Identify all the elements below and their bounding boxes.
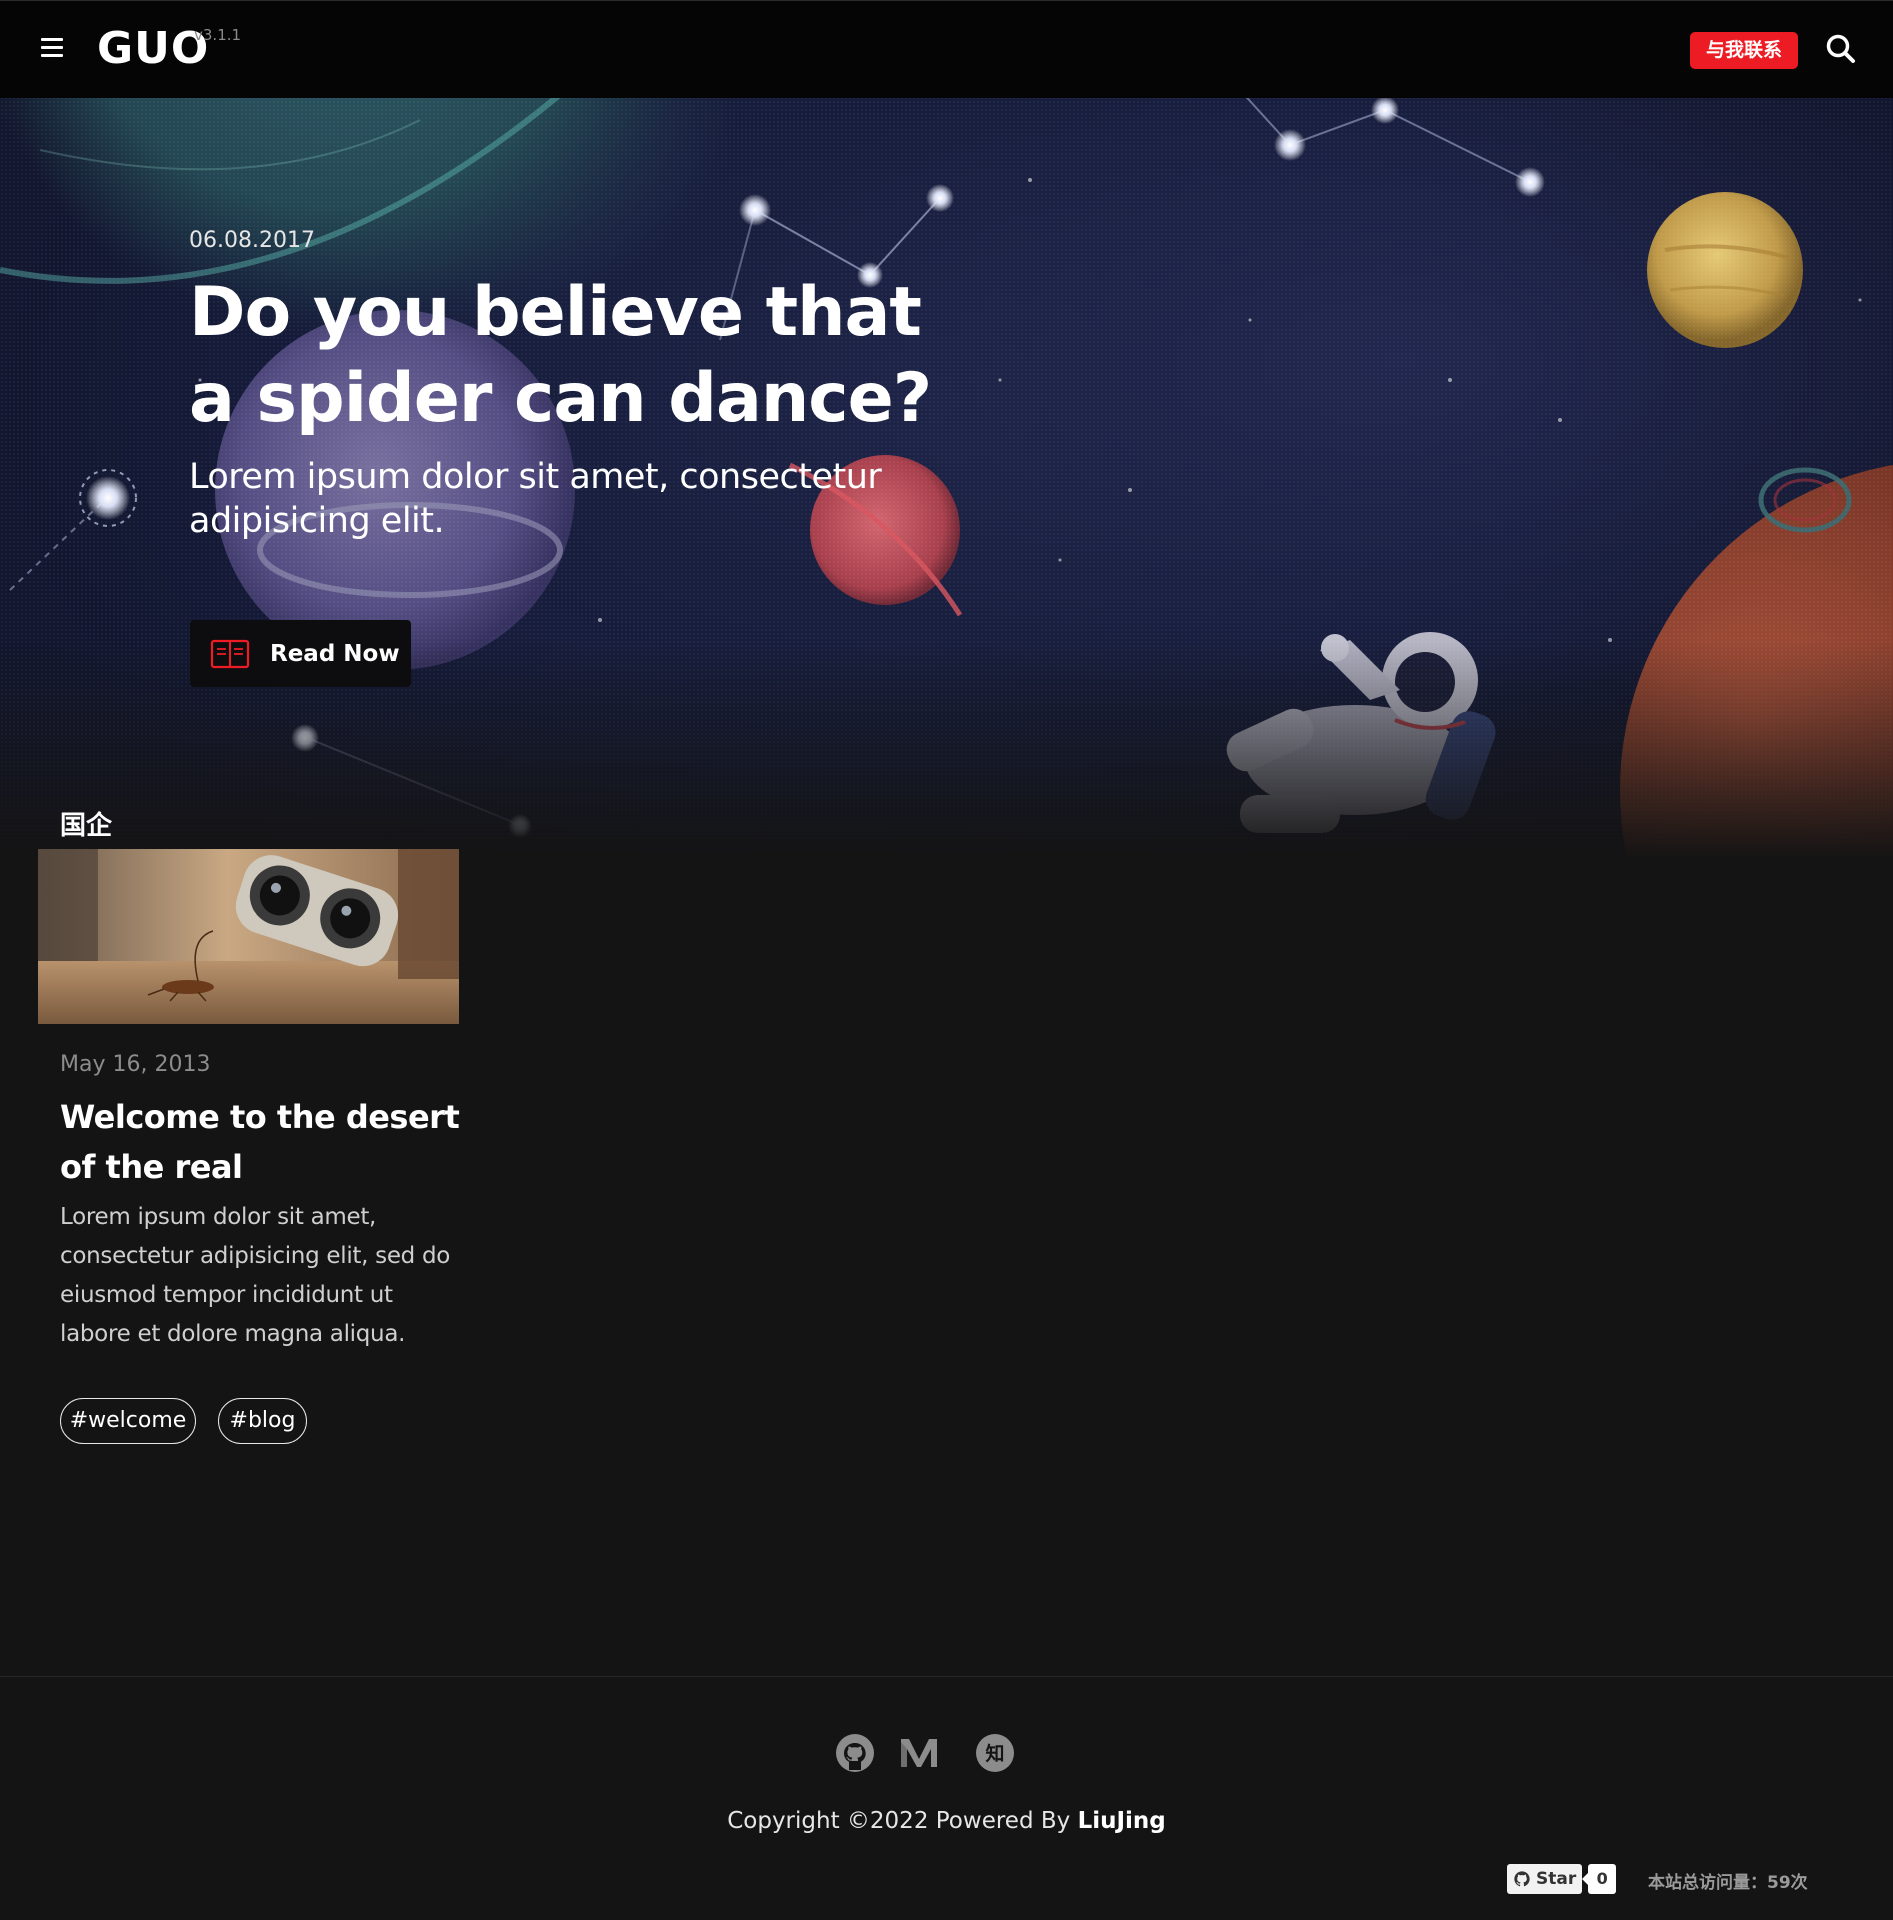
- author-link[interactable]: LiuJing: [1078, 1808, 1166, 1834]
- post-excerpt: Lorem ipsum dolor sit amet, consectetur …: [60, 1204, 451, 1347]
- post-thumbnail[interactable]: [38, 849, 459, 1024]
- book-icon: [210, 639, 250, 669]
- top-navigation: GUO v3.1.1 与我联系: [0, 0, 1893, 98]
- github-star-button[interactable]: Star 0: [1507, 1864, 1617, 1894]
- hero-title: Do you believe that a spider can dance?: [189, 273, 932, 438]
- read-now-label: Read Now: [270, 641, 400, 667]
- tag-blog[interactable]: #blog: [218, 1398, 307, 1444]
- post-title-link[interactable]: Welcome to the desert of the real: [60, 1092, 460, 1192]
- copyright-text: Copyright ©2022 Powered By LiuJing: [0, 1808, 1893, 1834]
- star-label: Star: [1536, 1869, 1577, 1889]
- hero-date: 06.08.2017: [189, 228, 315, 253]
- star-count[interactable]: 0: [1582, 1864, 1617, 1894]
- footer-divider: [0, 1676, 1893, 1677]
- copyright-prefix: Copyright ©2022 Powered By: [727, 1808, 1078, 1834]
- medium-icon[interactable]: [899, 1733, 939, 1773]
- github-small-icon: [1514, 1871, 1530, 1887]
- post-thumbnail-image: [38, 849, 459, 1024]
- version-label: v3.1.1: [194, 26, 242, 44]
- hamburger-menu-icon[interactable]: [39, 35, 67, 59]
- svg-text:知: 知: [985, 1742, 1004, 1765]
- zhihu-icon[interactable]: 知: [975, 1733, 1015, 1773]
- star-button[interactable]: Star: [1507, 1864, 1583, 1894]
- github-icon[interactable]: [835, 1733, 875, 1773]
- hero-subtitle: Lorem ipsum dolor sit amet, consectetur …: [189, 457, 882, 541]
- site-logo[interactable]: GUO: [97, 23, 209, 74]
- contact-me-button[interactable]: 与我联系: [1690, 32, 1798, 69]
- tag-welcome[interactable]: #welcome: [60, 1398, 196, 1444]
- category-heading[interactable]: 国企: [60, 805, 112, 842]
- search-icon[interactable]: [1825, 33, 1857, 65]
- read-now-button[interactable]: Read Now: [190, 620, 411, 687]
- post-date: May 16, 2013: [60, 1052, 211, 1077]
- visit-counter: 本站总访问量：59次: [1648, 1873, 1808, 1893]
